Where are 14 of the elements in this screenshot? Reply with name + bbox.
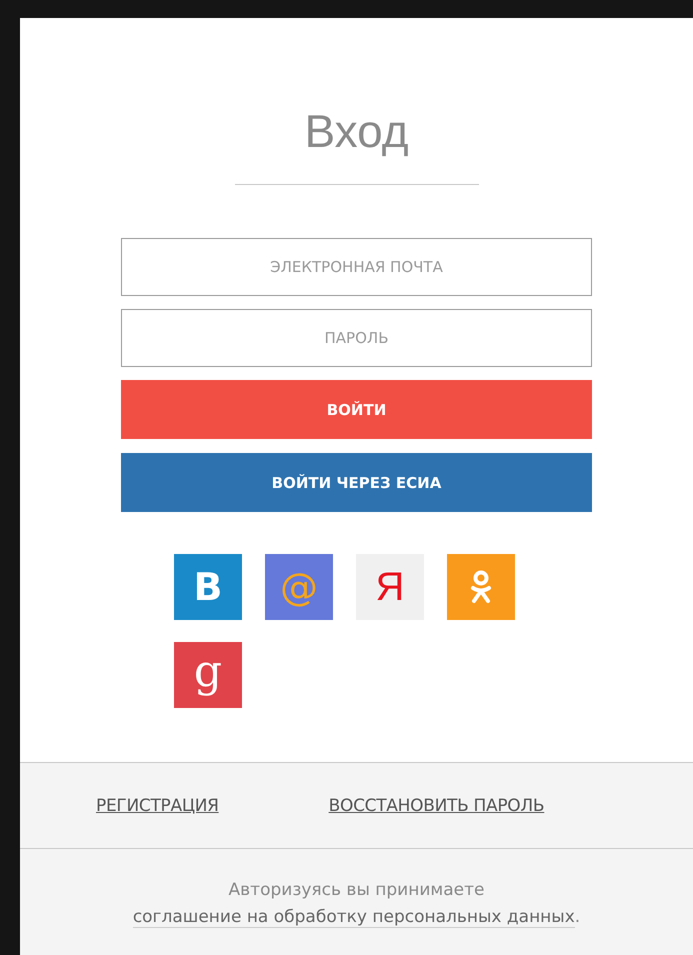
person-icon — [470, 570, 492, 604]
yandex-login-button[interactable]: Я — [356, 554, 424, 620]
login-button[interactable]: ВОЙТИ — [121, 380, 592, 439]
esia-login-button[interactable]: ВОЙТИ ЧЕРЕЗ ЕСИА — [121, 453, 592, 512]
consent-text: Авторизуясь вы принимаете соглашение на обработку персональных данных. — [132, 879, 582, 930]
agreement-link[interactable]: соглашение на обработку персональных данных — [132, 907, 575, 928]
vk-login-button[interactable]: B — [174, 554, 242, 620]
login-title: Вход — [304, 108, 409, 154]
restore-password-link[interactable]: ВОССТАНОВИТЬ ПАРОЛЬ — [328, 796, 544, 816]
register-link[interactable]: РЕГИСТРАЦИЯ — [96, 796, 219, 816]
ok-login-button[interactable] — [447, 554, 515, 620]
email-field[interactable]: ЭЛЕКТРОННАЯ ПОЧТА — [121, 238, 592, 296]
password-field[interactable]: ПАРОЛЬ — [121, 309, 592, 367]
google-login-button[interactable]: g — [174, 642, 242, 708]
